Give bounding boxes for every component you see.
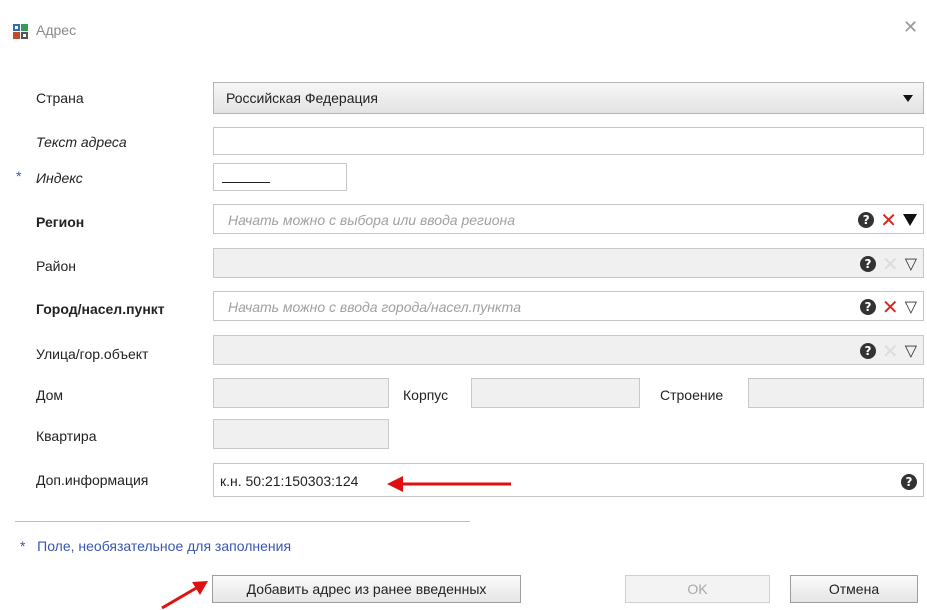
help-icon[interactable]: ? (858, 212, 875, 228)
address-text-label: Текст адреса (36, 134, 127, 150)
help-icon[interactable]: ? (859, 256, 876, 272)
city-label: Город/насел.пункт (36, 301, 165, 317)
clear-icon[interactable]: ✕ (880, 210, 897, 230)
building-label: Корпус (403, 387, 449, 403)
required-mark: * (16, 168, 22, 184)
dropdown-icon[interactable] (903, 214, 917, 226)
country-value: Российская Федерация (226, 90, 378, 106)
extra-info-input[interactable]: к.н. 50:21:150303:124 ? (213, 463, 924, 497)
annotation-arrow-icon (161, 581, 208, 610)
index-input[interactable] (213, 163, 347, 191)
street-input[interactable]: ? ✕ ▽ (213, 335, 924, 365)
app-icon (13, 24, 28, 39)
clear-icon: ✕ (881, 252, 899, 276)
country-select[interactable]: Российская Федерация (213, 82, 924, 114)
district-input[interactable]: ? ✕ ▽ (213, 248, 924, 278)
house-label: Дом (36, 387, 64, 403)
title-bar: Адрес ✕ (0, 0, 927, 62)
index-label: Индекс (36, 170, 83, 186)
clear-icon[interactable]: ✕ (882, 297, 899, 317)
country-label: Страна (36, 90, 84, 106)
clear-icon: ✕ (881, 339, 899, 363)
extra-info-label: Доп.информация (36, 472, 149, 488)
building-input[interactable] (471, 378, 640, 408)
chevron-down-icon (903, 95, 913, 102)
dropdown-icon[interactable]: ▽ (905, 299, 917, 315)
close-icon[interactable]: ✕ (903, 18, 918, 36)
window-title: Адрес (36, 22, 77, 38)
required-note: * Поле, необязательное для заполнения (20, 538, 292, 554)
ok-button[interactable]: OK (625, 575, 770, 603)
help-icon[interactable]: ? (901, 474, 917, 490)
address-text-input[interactable] (213, 127, 924, 155)
street-label: Улица/гор.объект (36, 346, 149, 362)
district-label: Район (36, 258, 76, 274)
city-input[interactable]: Начать можно с ввода города/насел.пункта… (213, 291, 924, 321)
region-label: Регион (36, 214, 85, 230)
region-placeholder: Начать можно с выбора или ввода региона (228, 212, 516, 228)
dropdown-icon[interactable]: ▽ (905, 256, 917, 272)
cancel-button[interactable]: Отмена (790, 575, 918, 603)
dropdown-icon[interactable]: ▽ (905, 343, 917, 359)
divider (15, 521, 470, 522)
add-from-previous-button[interactable]: Добавить адрес из ранее введенных (212, 575, 521, 603)
help-icon[interactable]: ? (859, 299, 876, 315)
extra-info-value: к.н. 50:21:150303:124 (220, 473, 359, 489)
index-mask (222, 182, 270, 183)
annotation-arrow-icon (387, 476, 511, 492)
structure-label: Строение (660, 387, 724, 403)
structure-input[interactable] (748, 378, 924, 408)
city-placeholder: Начать можно с ввода города/насел.пункта (228, 299, 521, 315)
apartment-input[interactable] (213, 419, 389, 449)
help-icon[interactable]: ? (859, 343, 876, 359)
house-input[interactable] (213, 378, 389, 408)
address-dialog: Адрес ✕ Страна Российская Федерация Текс… (0, 0, 927, 610)
apartment-label: Квартира (36, 428, 97, 444)
region-input[interactable]: Начать можно с выбора или ввода региона … (213, 204, 924, 234)
